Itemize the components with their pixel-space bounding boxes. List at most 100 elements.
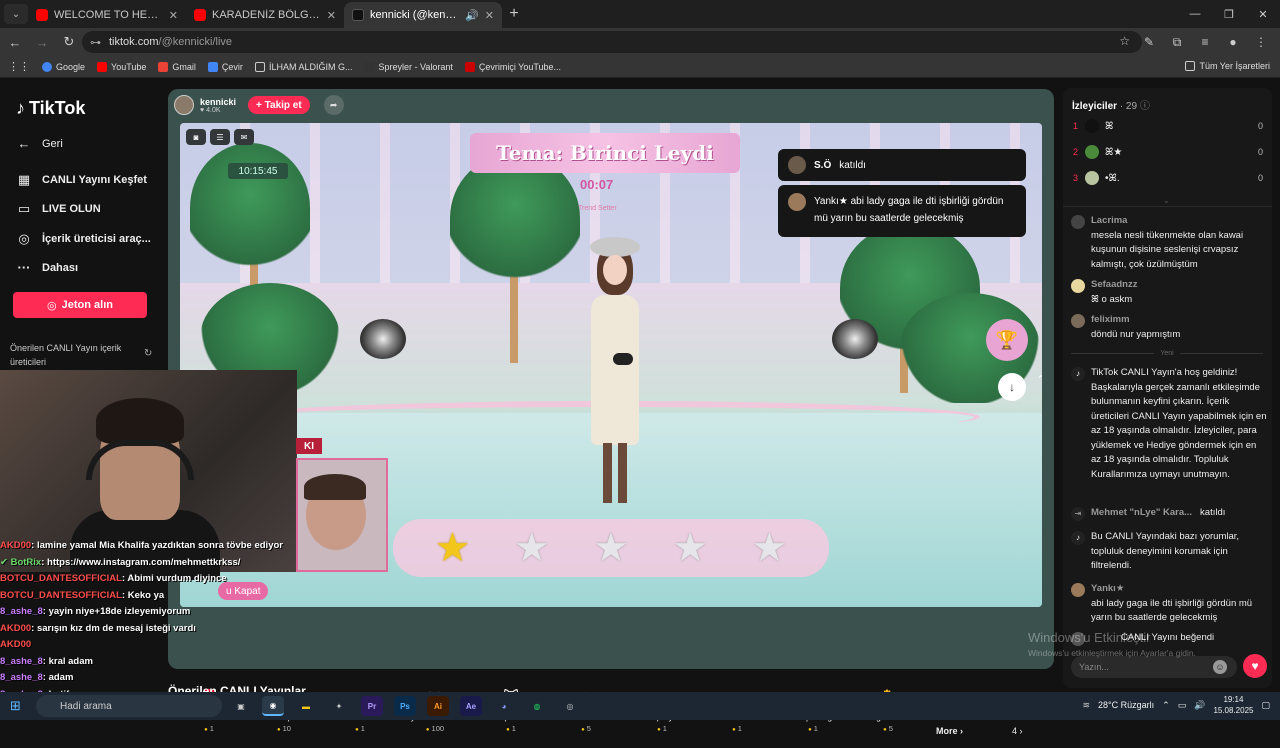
photoshop-icon[interactable]: Ps: [394, 696, 416, 716]
viewer-row[interactable]: 3 •ꕤ. 0: [1073, 168, 1263, 188]
spotify-icon[interactable]: ◍: [526, 696, 548, 716]
overlay-chat-line: 8_ashe_8: yayin niye+18de izleyemiyorum: [0, 606, 191, 617]
discord-icon[interactable]: ◕: [493, 696, 515, 716]
more-gifts-button[interactable]: More ›: [936, 726, 963, 736]
menu-icon[interactable]: ⋮: [1250, 30, 1272, 54]
sidebar-item-back[interactable]: ← Geri: [16, 136, 63, 151]
follow-button[interactable]: + Takip et: [248, 96, 310, 114]
app-icon[interactable]: ✦: [328, 696, 350, 716]
restore-icon[interactable]: ❐: [1212, 0, 1246, 28]
emoji-icon[interactable]: ☺: [1213, 660, 1227, 674]
url-input[interactable]: ⊶ tiktok.com/@kennicki/live ☆: [82, 31, 1142, 53]
illustrator-icon[interactable]: Ai: [427, 696, 449, 716]
trophy-icon[interactable]: 🏆: [986, 319, 1028, 361]
avatar[interactable]: [174, 95, 194, 115]
avatar[interactable]: [1071, 215, 1085, 229]
spotlight: [360, 319, 406, 359]
chevron-up-icon[interactable]: ⌃: [1162, 700, 1170, 711]
inset-label: KI: [296, 438, 322, 454]
avatar[interactable]: [1071, 279, 1085, 293]
site-info-icon[interactable]: ⊶: [90, 36, 101, 49]
camera-toggle-icon[interactable]: ◙: [186, 129, 206, 145]
apps-icon[interactable]: ⋮⋮: [8, 60, 30, 73]
chat-icon[interactable]: ✉: [234, 129, 254, 145]
chevron-down-icon[interactable]: ⌄: [1163, 196, 1170, 205]
forward-icon[interactable]: →: [30, 30, 54, 54]
suggested-creators-heading: Önerilen CANLI Yayın içerik üreticileri: [10, 343, 122, 367]
url-host: tiktok.com: [109, 36, 159, 48]
sidebar-item-go-live[interactable]: ▭ LIVE OLUN: [16, 201, 101, 217]
tiktok-icon: [352, 9, 364, 21]
extension-icon[interactable]: ✎: [1138, 30, 1160, 54]
close-window-icon[interactable]: ✕: [1246, 0, 1280, 28]
overlay-chat-line: 8_ashe_8: kral adam: [0, 655, 93, 667]
avatar[interactable]: [1071, 314, 1085, 328]
reload-icon[interactable]: ↻: [57, 30, 81, 54]
like-heart-icon[interactable]: ♥: [1243, 654, 1267, 678]
scroll-down-icon[interactable]: ↓: [998, 373, 1026, 401]
volume-icon[interactable]: 🔊: [1194, 700, 1205, 711]
get-coins-button[interactable]: ◎ Jeton alın: [13, 292, 147, 318]
share-icon[interactable]: ➦: [323, 95, 344, 115]
chrome-icon[interactable]: ◉: [262, 696, 284, 716]
valorant-icon: [364, 61, 375, 72]
browser-tab-3[interactable]: kennicki (@kennicki) CANLI 🔊 ✕: [344, 2, 502, 28]
taskbar-search[interactable]: Hadi arama: [36, 695, 222, 717]
clock[interactable]: 19:14 15.08.2025: [1213, 694, 1253, 716]
browser-tab-1[interactable]: WELCOME TO HELL | Madara O ✕: [28, 2, 186, 28]
bookmark-star-icon[interactable]: ☆: [1119, 34, 1130, 48]
sidebar-item-explore-live[interactable]: ▦ CANLI Yayını Keşfet: [16, 172, 147, 188]
close-icon[interactable]: ✕: [169, 9, 178, 22]
weather-text[interactable]: 28°C Rüzgarlı: [1098, 700, 1154, 710]
refresh-icon[interactable]: ↻: [144, 348, 152, 359]
task-view-icon[interactable]: ▣: [230, 696, 252, 716]
bookmark-valorant[interactable]: Spreyler - Valorant: [364, 61, 453, 72]
bookmark-translate[interactable]: Çevir: [207, 61, 243, 72]
profile-icon[interactable]: ●: [1222, 30, 1244, 54]
after-effects-icon[interactable]: Ae: [460, 696, 482, 716]
live-calendar-icon: ▦: [17, 172, 31, 187]
tab-search-button[interactable]: ⌄: [4, 4, 28, 24]
host-name[interactable]: kennicki: [200, 97, 236, 107]
menu-lines-icon[interactable]: ☰: [210, 129, 230, 145]
bookmark-youtube-online[interactable]: Çevrimiçi YouTube...: [464, 61, 561, 72]
coin-balance[interactable]: 4 ›: [1012, 726, 1023, 736]
new-tab-button[interactable]: +: [502, 5, 526, 23]
media-icon[interactable]: ≡: [1194, 30, 1216, 54]
bookmark-youtube[interactable]: YouTube: [97, 61, 146, 72]
overlay-chat-line: AKD00: sarışın kız dm de mesaj isteği va…: [0, 622, 196, 634]
premiere-icon[interactable]: Pr: [361, 696, 383, 716]
tiktok-logo[interactable]: ♪ TikTok: [16, 98, 85, 119]
overlay-chat-line: BOTCU_DANTESOFFICIAL: Abimi vurdum diyin…: [0, 573, 227, 584]
host-info: kennicki ♥ 4.0K + Takip et ➦: [174, 95, 344, 115]
puzzle-icon[interactable]: ⧉: [1166, 30, 1188, 54]
notification-icon[interactable]: ▢: [1261, 700, 1270, 711]
network-icon[interactable]: ▭: [1178, 700, 1187, 711]
tab-title: kennicki (@kennicki) CANLI: [370, 9, 460, 21]
bookmark-gmail[interactable]: Gmail: [158, 61, 196, 72]
sidebar-item-more[interactable]: ··· Dahası: [16, 260, 79, 275]
file-explorer-icon[interactable]: ▬: [295, 696, 317, 716]
obs-icon[interactable]: ◎: [559, 696, 581, 716]
close-icon[interactable]: ✕: [327, 9, 336, 22]
minimize-icon[interactable]: —: [1178, 0, 1212, 28]
info-icon[interactable]: ⓘ: [1140, 101, 1150, 112]
sidebar-item-creator-tools[interactable]: ◎ İçerik üreticisi araç...: [16, 231, 151, 247]
avatar[interactable]: [1071, 583, 1085, 597]
browser-tab-2[interactable]: KARADENİZ BÖLGESİ'NİN EN D ✕: [186, 2, 344, 28]
bookmark-folder[interactable]: İLHAM ALDIĞIM G...: [254, 61, 352, 72]
viewer-row[interactable]: 2 ꕤ★ 0: [1073, 142, 1263, 162]
back-icon[interactable]: ←: [3, 30, 27, 54]
live-player[interactable]: kennicki ♥ 4.0K + Takip et ➦ ◙ ☰ ✉ 10:15…: [168, 89, 1054, 669]
all-bookmarks[interactable]: Tüm Yer İşaretleri: [1185, 61, 1270, 71]
chat-comment: Lacrima mesela nesli tükenmekte olan kawa…: [1071, 214, 1267, 272]
windows-start-icon[interactable]: ⊞: [10, 698, 21, 714]
chevron-up-icon[interactable]: ⌃: [1036, 373, 1042, 387]
folder-icon: [1185, 61, 1196, 71]
speaker-icon[interactable]: 🔊: [465, 9, 479, 22]
tiktok-icon: ♪: [1071, 531, 1085, 545]
google-icon: [42, 61, 52, 72]
viewer-row[interactable]: 1 ꕤ 0: [1073, 116, 1263, 136]
close-icon[interactable]: ✕: [485, 9, 494, 22]
bookmark-google[interactable]: Google: [42, 61, 85, 72]
